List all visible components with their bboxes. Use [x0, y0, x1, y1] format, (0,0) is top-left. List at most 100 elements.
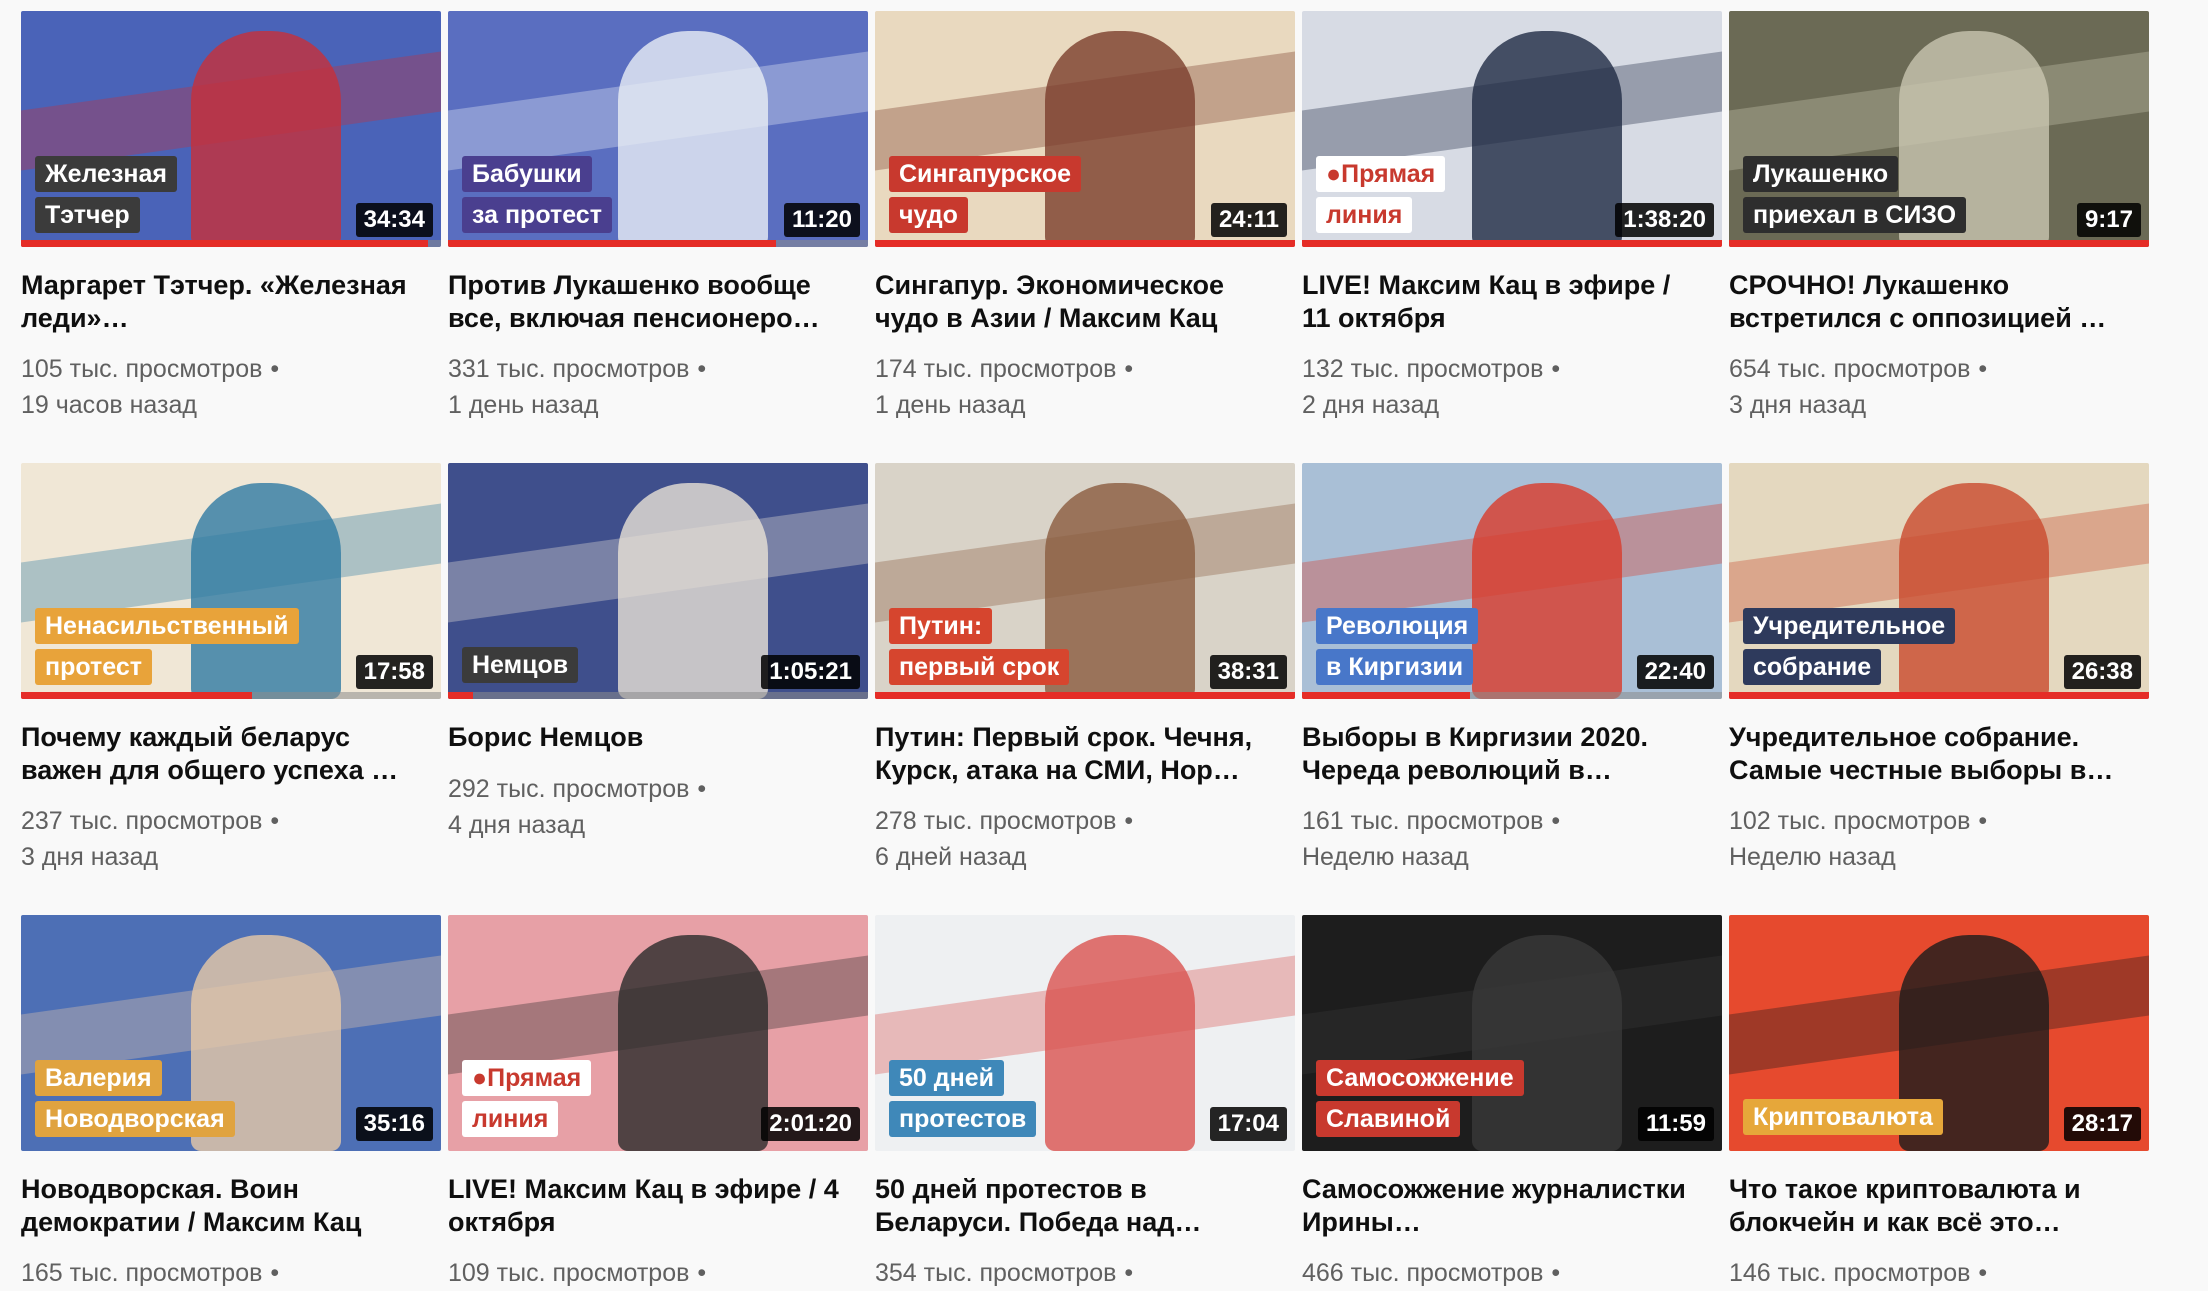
video-thumbnail[interactable]: Самосожжение Славиной 11:59	[1302, 915, 1722, 1151]
video-thumbnail[interactable]: Сингапурское чудо 24:11	[875, 11, 1295, 247]
video-title[interactable]: Борис Немцов	[448, 721, 848, 754]
video-title[interactable]: Путин: Первый срок. Чечня, Курск, атака …	[875, 721, 1275, 787]
meta-separator: •	[270, 355, 280, 383]
video-card[interactable]: Железная Тэтчер 34:34 Маргарет Тэтчер. «Жел…	[21, 11, 441, 451]
overlay-line: линия	[462, 1101, 559, 1137]
video-title[interactable]: Учредительное собрание. Самые честные вы…	[1729, 721, 2129, 787]
video-grid: Железная Тэтчер 34:34 Маргарет Тэтчер. «Жел…	[0, 0, 2208, 1287]
thumbnail-figure	[1472, 31, 1622, 247]
thumbnail-overlay-label: Революция в Киргизии	[1316, 608, 1479, 685]
video-duration: 22:40	[1636, 655, 1714, 689]
video-title[interactable]: Выборы в Киргизии 2020. Череда революций…	[1302, 721, 1702, 787]
overlay-line: протест	[35, 649, 152, 685]
video-card[interactable]: 50 дней протестов 17:04 50 дней протестов в…	[875, 915, 1295, 1287]
video-thumbnail[interactable]: ●Прямая линия 2:01:20	[448, 915, 868, 1151]
view-count: 161 тыс. просмотров	[1302, 807, 1544, 835]
upload-age: 3 дня назад	[1729, 391, 1867, 419]
overlay-line: первый срок	[889, 649, 1070, 685]
video-meta: 331 тыс. просмотров • 1 день назад	[448, 351, 868, 423]
video-thumbnail[interactable]: Бабушки за протест 11:20	[448, 11, 868, 247]
video-card[interactable]: Сингапурское чудо 24:11 Сингапур. Экономиче…	[875, 11, 1295, 451]
upload-age: Неделю назад	[1302, 843, 1469, 871]
overlay-line: Новодворская	[35, 1101, 235, 1137]
watch-progress-fill	[21, 240, 429, 247]
watch-progress-track	[1729, 240, 2149, 247]
overlay-line: Славиной	[1316, 1101, 1461, 1137]
view-count: 132 тыс. просмотров	[1302, 355, 1544, 383]
video-meta: 466 тыс. просмотров •	[1302, 1255, 1722, 1291]
video-thumbnail[interactable]: Криптовалюта 28:17	[1729, 915, 2149, 1151]
video-title[interactable]: Новодворская. Воин демократии / Максим К…	[21, 1173, 421, 1239]
video-duration: 2:01:20	[761, 1107, 860, 1141]
video-card[interactable]: Революция в Киргизии 22:40 Выборы в Киргизи…	[1302, 463, 1722, 903]
video-title[interactable]: LIVE! Максим Кац в эфире / 11 октября	[1302, 269, 1702, 335]
overlay-line: Революция	[1316, 608, 1479, 644]
video-card[interactable]: Путин: первый срок 38:31 Путин: Первый срок…	[875, 463, 1295, 903]
video-duration: 24:11	[1210, 203, 1287, 237]
video-meta: 174 тыс. просмотров • 1 день назад	[875, 351, 1295, 423]
thumbnail-overlay-label: ●Прямая линия	[462, 1060, 592, 1137]
video-title[interactable]: Что такое криптовалюта и блокчейн и как …	[1729, 1173, 2129, 1239]
video-thumbnail[interactable]: Ненасильственный протест 17:58	[21, 463, 441, 699]
video-title[interactable]: Почему каждый беларус важен для общего у…	[21, 721, 421, 787]
watch-progress-fill	[448, 692, 474, 699]
video-title[interactable]: 50 дней протестов в Беларуси. Победа над…	[875, 1173, 1275, 1239]
overlay-line: Ненасильственный	[35, 608, 299, 644]
upload-age: 6 дней назад	[875, 843, 1027, 871]
overlay-line: чудо	[889, 197, 968, 233]
video-card[interactable]: Валерия Новодворская 35:16 Новодворская. Во…	[21, 915, 441, 1287]
video-thumbnail[interactable]: Революция в Киргизии 22:40	[1302, 463, 1722, 699]
video-title[interactable]: Сингапур. Экономическое чудо в Азии / Ма…	[875, 269, 1275, 335]
watch-progress-fill	[875, 692, 1295, 699]
video-card[interactable]: Немцов 1:05:21 Борис Немцов 292 тыс. просмо…	[448, 463, 868, 903]
thumbnail-figure	[1472, 483, 1622, 699]
meta-separator: •	[697, 355, 707, 383]
video-thumbnail[interactable]: Валерия Новодворская 35:16	[21, 915, 441, 1151]
upload-age: 4 дня назад	[448, 811, 586, 839]
meta-separator: •	[697, 1259, 707, 1287]
video-card[interactable]: ●Прямая линия 2:01:20 LIVE! Максим Кац в эф…	[448, 915, 868, 1287]
view-count-line: 146 тыс. просмотров •	[1729, 1255, 2149, 1291]
video-thumbnail[interactable]: Лукашенко приехал в СИЗО 9:17	[1729, 11, 2149, 247]
video-thumbnail[interactable]: 50 дней протестов 17:04	[875, 915, 1295, 1151]
video-title[interactable]: Против Лукашенко вообще все, включая пен…	[448, 269, 848, 335]
video-thumbnail[interactable]: ●Прямая линия 1:38:20	[1302, 11, 1722, 247]
video-thumbnail[interactable]: Путин: первый срок 38:31	[875, 463, 1295, 699]
upload-age: 3 дня назад	[21, 843, 159, 871]
video-card[interactable]: Самосожжение Славиной 11:59 Самосожжение жу…	[1302, 915, 1722, 1287]
view-count: 292 тыс. просмотров	[448, 775, 690, 803]
meta-separator: •	[1978, 1259, 1988, 1287]
video-title[interactable]: LIVE! Максим Кац в эфире / 4 октября	[448, 1173, 848, 1239]
video-thumbnail[interactable]: Немцов 1:05:21	[448, 463, 868, 699]
view-count-line: 331 тыс. просмотров •	[448, 351, 868, 387]
overlay-line: Железная	[35, 156, 177, 192]
video-meta: 292 тыс. просмотров • 4 дня назад	[448, 771, 868, 843]
watch-progress-fill	[1729, 692, 2149, 699]
video-card[interactable]: Криптовалюта 28:17 Что такое криптовалюта …	[1729, 915, 2149, 1287]
video-meta: 102 тыс. просмотров • Неделю назад	[1729, 803, 2149, 875]
video-duration: 1:05:21	[761, 655, 860, 689]
thumbnail-overlay-label: Железная Тэтчер	[35, 156, 177, 233]
overlay-line: Самосожжение	[1316, 1060, 1524, 1096]
watch-progress-track	[875, 240, 1295, 247]
video-card[interactable]: Бабушки за протест 11:20 Против Лукашенко в…	[448, 11, 868, 451]
thumbnail-overlay-label: Лукашенко приехал в СИЗО	[1743, 156, 1967, 233]
overlay-line: Сингапурское	[889, 156, 1082, 192]
video-card[interactable]: Лукашенко приехал в СИЗО 9:17 СРОЧНО! Лукаш…	[1729, 11, 2149, 451]
overlay-line: Лукашенко	[1743, 156, 1899, 192]
view-count-line: 654 тыс. просмотров •	[1729, 351, 2149, 387]
view-count-line: 105 тыс. просмотров •	[21, 351, 441, 387]
meta-separator: •	[270, 1259, 280, 1287]
view-count-line: 132 тыс. просмотров •	[1302, 351, 1722, 387]
video-meta: 146 тыс. просмотров •	[1729, 1255, 2149, 1291]
video-thumbnail[interactable]: Железная Тэтчер 34:34	[21, 11, 441, 247]
video-title[interactable]: СРОЧНО! Лукашенко встретился с оппозицие…	[1729, 269, 2129, 335]
watch-progress-track	[21, 240, 441, 247]
video-card[interactable]: Учредительное собрание 26:38 Учредительное …	[1729, 463, 2149, 903]
video-card[interactable]: ●Прямая линия 1:38:20 LIVE! Максим Кац в эф…	[1302, 11, 1722, 451]
video-title[interactable]: Маргарет Тэтчер. «Железная леди»…	[21, 269, 421, 335]
overlay-line: Путин:	[889, 608, 993, 644]
video-title[interactable]: Самосожжение журналистки Ирины…	[1302, 1173, 1702, 1239]
video-thumbnail[interactable]: Учредительное собрание 26:38	[1729, 463, 2149, 699]
video-card[interactable]: Ненасильственный протест 17:58 Почему кажды…	[21, 463, 441, 903]
